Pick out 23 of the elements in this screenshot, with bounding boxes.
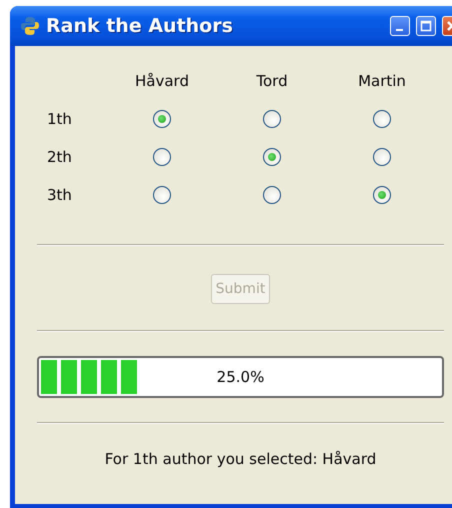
- radio-button[interactable]: [153, 186, 171, 204]
- column-header: Tord: [255, 72, 289, 90]
- radio-button[interactable]: [373, 148, 391, 166]
- radio-button[interactable]: [263, 110, 281, 128]
- column-header: Martin: [357, 72, 407, 90]
- snake-logo-icon: [20, 16, 40, 36]
- status-text: For 1th author you selected: Håvard: [104, 450, 378, 468]
- radio-button[interactable]: [263, 186, 281, 204]
- radio-button[interactable]: [373, 110, 391, 128]
- rank-label: 3th: [46, 186, 73, 204]
- minimize-icon: [396, 29, 402, 31]
- progress-reading: 25.0%: [216, 368, 264, 386]
- column-header: Håvard: [134, 72, 190, 90]
- window-title: Rank the Authors: [46, 15, 234, 37]
- maximize-button[interactable]: [416, 16, 436, 36]
- radio-button[interactable]: [153, 148, 171, 166]
- radio-button[interactable]: [153, 110, 171, 128]
- rank-label: 2th: [46, 148, 73, 166]
- radio-button[interactable]: [263, 148, 281, 166]
- minimize-button[interactable]: [390, 16, 410, 36]
- radio-button[interactable]: [373, 186, 391, 204]
- maximize-icon: [420, 20, 432, 32]
- rank-label: 1th: [46, 110, 73, 128]
